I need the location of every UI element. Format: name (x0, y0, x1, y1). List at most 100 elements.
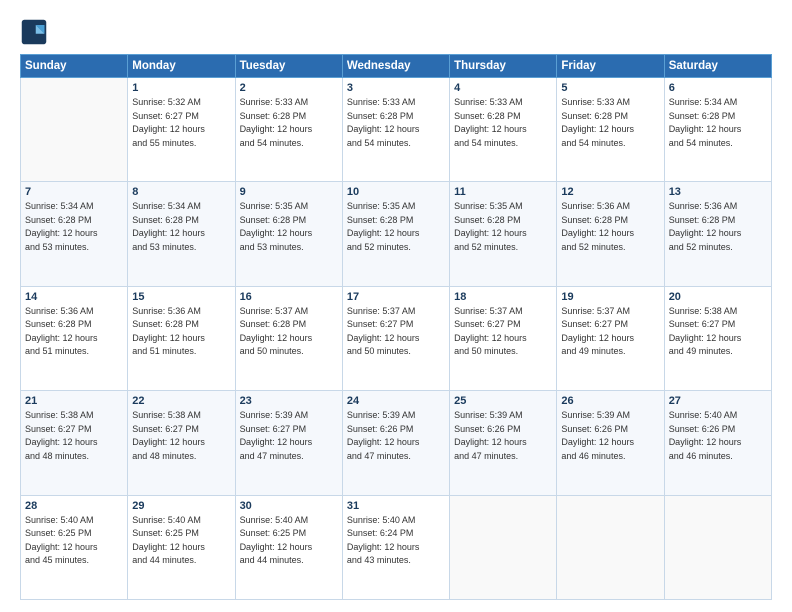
day-cell: 24 Sunrise: 5:39 AM Sunset: 6:26 PM Dayli… (342, 391, 449, 495)
day-info: Sunrise: 5:38 AM Sunset: 6:27 PM Dayligh… (25, 409, 123, 463)
page: SundayMondayTuesdayWednesdayThursdayFrid… (0, 0, 792, 612)
day-number: 31 (347, 500, 445, 512)
day-cell: 4 Sunrise: 5:33 AM Sunset: 6:28 PM Daylig… (450, 78, 557, 182)
day-cell: 8 Sunrise: 5:34 AM Sunset: 6:28 PM Daylig… (128, 182, 235, 286)
day-info: Sunrise: 5:33 AM Sunset: 6:28 PM Dayligh… (240, 96, 338, 150)
day-cell: 15 Sunrise: 5:36 AM Sunset: 6:28 PM Dayli… (128, 286, 235, 390)
day-number: 27 (669, 395, 767, 407)
day-number: 2 (240, 82, 338, 94)
day-cell: 31 Sunrise: 5:40 AM Sunset: 6:24 PM Dayli… (342, 495, 449, 599)
day-cell: 30Sunrise: 5:40 AM Sunset: 6:25 PM Dayli… (235, 495, 342, 599)
day-number: 6 (669, 82, 767, 94)
day-number: 22 (132, 395, 230, 407)
day-info: Sunrise: 5:36 AM Sunset: 6:28 PM Dayligh… (132, 305, 230, 359)
header-row: SundayMondayTuesdayWednesdayThursdayFrid… (21, 55, 772, 78)
day-info: Sunrise: 5:35 AM Sunset: 6:28 PM Dayligh… (454, 200, 552, 254)
day-info: Sunrise: 5:36 AM Sunset: 6:28 PM Dayligh… (669, 200, 767, 254)
day-cell: 1 Sunrise: 5:32 AM Sunset: 6:27 PM Daylig… (128, 78, 235, 182)
day-info: Sunrise: 5:38 AM Sunset: 6:27 PM Dayligh… (669, 305, 767, 359)
day-number: 26 (561, 395, 659, 407)
day-info: Sunrise: 5:34 AM Sunset: 6:28 PM Dayligh… (25, 200, 123, 254)
day-number: 5 (561, 82, 659, 94)
day-cell: 20Sunrise: 5:38 AM Sunset: 6:27 PM Dayli… (664, 286, 771, 390)
day-number: 13 (669, 186, 767, 198)
header (20, 18, 772, 46)
day-info: Sunrise: 5:39 AM Sunset: 6:27 PM Dayligh… (240, 409, 338, 463)
day-info: Sunrise: 5:39 AM Sunset: 6:26 PM Dayligh… (561, 409, 659, 463)
week-row-5: 28 Sunrise: 5:40 AM Sunset: 6:25 PM Dayli… (21, 495, 772, 599)
day-number: 19 (561, 291, 659, 303)
day-number: 28 (25, 500, 123, 512)
day-number: 12 (561, 186, 659, 198)
day-info: Sunrise: 5:40 AM Sunset: 6:25 PM Dayligh… (132, 514, 230, 568)
day-number: 14 (25, 291, 123, 303)
col-header-tuesday: Tuesday (235, 55, 342, 78)
col-header-thursday: Thursday (450, 55, 557, 78)
day-cell: 14 Sunrise: 5:36 AM Sunset: 6:28 PM Dayli… (21, 286, 128, 390)
day-cell (557, 495, 664, 599)
day-number: 7 (25, 186, 123, 198)
logo-icon (20, 18, 48, 46)
day-cell: 22 Sunrise: 5:38 AM Sunset: 6:27 PM Dayli… (128, 391, 235, 495)
day-info: Sunrise: 5:37 AM Sunset: 6:28 PM Dayligh… (240, 305, 338, 359)
day-cell (21, 78, 128, 182)
day-info: Sunrise: 5:36 AM Sunset: 6:28 PM Dayligh… (561, 200, 659, 254)
col-header-wednesday: Wednesday (342, 55, 449, 78)
day-info: Sunrise: 5:37 AM Sunset: 6:27 PM Dayligh… (454, 305, 552, 359)
day-info: Sunrise: 5:35 AM Sunset: 6:28 PM Dayligh… (347, 200, 445, 254)
day-info: Sunrise: 5:37 AM Sunset: 6:27 PM Dayligh… (347, 305, 445, 359)
day-cell: 26 Sunrise: 5:39 AM Sunset: 6:26 PM Dayli… (557, 391, 664, 495)
day-cell: 28 Sunrise: 5:40 AM Sunset: 6:25 PM Dayli… (21, 495, 128, 599)
day-number: 17 (347, 291, 445, 303)
day-cell: 29 Sunrise: 5:40 AM Sunset: 6:25 PM Dayli… (128, 495, 235, 599)
col-header-saturday: Saturday (664, 55, 771, 78)
day-info: Sunrise: 5:33 AM Sunset: 6:28 PM Dayligh… (454, 96, 552, 150)
day-cell: 23Sunrise: 5:39 AM Sunset: 6:27 PM Dayli… (235, 391, 342, 495)
day-info: Sunrise: 5:40 AM Sunset: 6:24 PM Dayligh… (347, 514, 445, 568)
day-cell: 25Sunrise: 5:39 AM Sunset: 6:26 PM Dayli… (450, 391, 557, 495)
day-number: 16 (240, 291, 338, 303)
col-header-sunday: Sunday (21, 55, 128, 78)
day-cell: 21 Sunrise: 5:38 AM Sunset: 6:27 PM Dayli… (21, 391, 128, 495)
day-info: Sunrise: 5:37 AM Sunset: 6:27 PM Dayligh… (561, 305, 659, 359)
day-info: Sunrise: 5:34 AM Sunset: 6:28 PM Dayligh… (132, 200, 230, 254)
week-row-2: 7 Sunrise: 5:34 AM Sunset: 6:28 PM Daylig… (21, 182, 772, 286)
day-cell: 17 Sunrise: 5:37 AM Sunset: 6:27 PM Dayli… (342, 286, 449, 390)
day-info: Sunrise: 5:32 AM Sunset: 6:27 PM Dayligh… (132, 96, 230, 150)
day-number: 24 (347, 395, 445, 407)
day-cell (664, 495, 771, 599)
day-number: 3 (347, 82, 445, 94)
day-cell: 18 Sunrise: 5:37 AM Sunset: 6:27 PM Dayli… (450, 286, 557, 390)
day-number: 10 (347, 186, 445, 198)
day-number: 9 (240, 186, 338, 198)
day-cell: 11 Sunrise: 5:35 AM Sunset: 6:28 PM Dayli… (450, 182, 557, 286)
day-number: 29 (132, 500, 230, 512)
day-cell: 3Sunrise: 5:33 AM Sunset: 6:28 PM Daylig… (342, 78, 449, 182)
day-info: Sunrise: 5:34 AM Sunset: 6:28 PM Dayligh… (669, 96, 767, 150)
week-row-3: 14 Sunrise: 5:36 AM Sunset: 6:28 PM Dayli… (21, 286, 772, 390)
day-info: Sunrise: 5:39 AM Sunset: 6:26 PM Dayligh… (347, 409, 445, 463)
week-row-1: 1 Sunrise: 5:32 AM Sunset: 6:27 PM Daylig… (21, 78, 772, 182)
calendar-table: SundayMondayTuesdayWednesdayThursdayFrid… (20, 54, 772, 600)
day-number: 18 (454, 291, 552, 303)
day-info: Sunrise: 5:40 AM Sunset: 6:26 PM Dayligh… (669, 409, 767, 463)
day-info: Sunrise: 5:35 AM Sunset: 6:28 PM Dayligh… (240, 200, 338, 254)
day-cell: 5Sunrise: 5:33 AM Sunset: 6:28 PM Daylig… (557, 78, 664, 182)
day-cell: 2 Sunrise: 5:33 AM Sunset: 6:28 PM Daylig… (235, 78, 342, 182)
day-number: 11 (454, 186, 552, 198)
day-cell: 7 Sunrise: 5:34 AM Sunset: 6:28 PM Daylig… (21, 182, 128, 286)
day-info: Sunrise: 5:36 AM Sunset: 6:28 PM Dayligh… (25, 305, 123, 359)
day-info: Sunrise: 5:40 AM Sunset: 6:25 PM Dayligh… (25, 514, 123, 568)
day-number: 4 (454, 82, 552, 94)
day-number: 15 (132, 291, 230, 303)
day-cell: 13 Sunrise: 5:36 AM Sunset: 6:28 PM Dayli… (664, 182, 771, 286)
week-row-4: 21 Sunrise: 5:38 AM Sunset: 6:27 PM Dayli… (21, 391, 772, 495)
day-number: 1 (132, 82, 230, 94)
day-number: 8 (132, 186, 230, 198)
day-cell: 27 Sunrise: 5:40 AM Sunset: 6:26 PM Dayli… (664, 391, 771, 495)
day-number: 21 (25, 395, 123, 407)
day-cell: 19 Sunrise: 5:37 AM Sunset: 6:27 PM Dayli… (557, 286, 664, 390)
day-info: Sunrise: 5:38 AM Sunset: 6:27 PM Dayligh… (132, 409, 230, 463)
day-cell: 9 Sunrise: 5:35 AM Sunset: 6:28 PM Daylig… (235, 182, 342, 286)
day-cell: 12 Sunrise: 5:36 AM Sunset: 6:28 PM Dayli… (557, 182, 664, 286)
